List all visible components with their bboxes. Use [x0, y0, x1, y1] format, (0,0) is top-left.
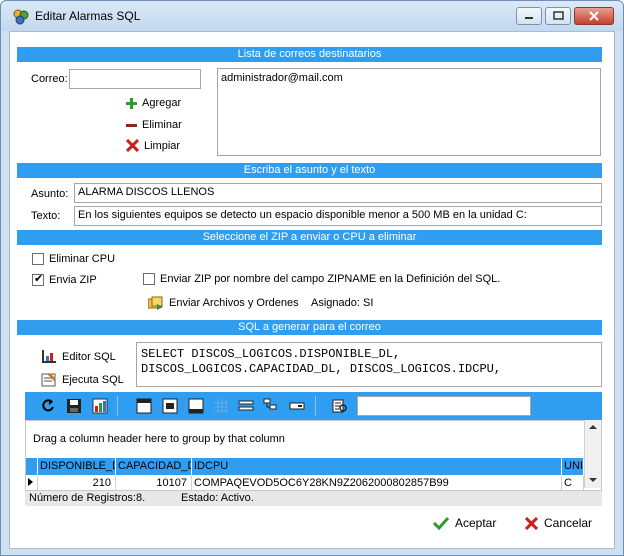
email-list-item[interactable]: administrador@mail.com [221, 72, 597, 84]
add-email-label: Agregar [142, 97, 182, 109]
plus-icon [126, 97, 137, 109]
layout-icon[interactable] [262, 397, 280, 415]
eliminar-cpu-label: Eliminar CPU [49, 253, 116, 265]
row-pointer-icon [26, 476, 38, 490]
grid-vertical-scrollbar[interactable] [584, 420, 601, 488]
section-zip-header: Seleccione el ZIP a enviar o CPU a elimi… [17, 230, 602, 245]
dialog-window: Editar Alarmas SQL Lista de correos dest… [0, 0, 624, 556]
eliminar-cpu-checkbox[interactable]: Eliminar CPU [32, 253, 115, 265]
column-header[interactable]: CAPACIDAD_D [116, 458, 192, 475]
scroll-down-icon[interactable] [585, 473, 601, 487]
zip-by-name-checkbox[interactable]: Enviar ZIP por nombre del campo ZIPNAME … [143, 273, 500, 285]
asunto-label: Asunto: [31, 188, 69, 200]
maximize-button[interactable] [545, 7, 571, 25]
group-by-hint: Drag a column header here to group by th… [33, 433, 285, 445]
check-icon [433, 516, 449, 530]
save-icon[interactable] [65, 397, 83, 415]
remove-email-label: Eliminar [142, 119, 182, 131]
sql-editor-button[interactable]: Editor SQL [41, 349, 116, 364]
app-icon [13, 9, 29, 25]
grid-header: DISPONIBLE_D CAPACIDAD_D IDCPU UNI [26, 458, 584, 475]
section-sql-header: SQL a generar para el correo [17, 320, 602, 335]
minus-icon [126, 123, 137, 127]
accept-button[interactable]: Aceptar [433, 516, 496, 530]
window-title: Editar Alarmas SQL [35, 9, 141, 23]
minimize-button[interactable] [516, 7, 542, 25]
close-icon [589, 11, 599, 21]
asunto-input[interactable]: ALARMA DISCOS LLENOS [74, 183, 602, 203]
correo-input[interactable] [69, 69, 201, 89]
column-header[interactable]: UNI [562, 458, 584, 475]
zip-by-name-box[interactable] [143, 273, 155, 285]
grid-cell[interactable]: COMPAQEVOD5OC6Y28KN9Z2062000802857B99 [192, 476, 562, 490]
grid-state: Estado: Activo. [181, 492, 254, 504]
correo-label: Correo: [31, 73, 68, 85]
grid-toolbar [25, 392, 602, 420]
record-count: Número de Registros:8. [29, 492, 146, 504]
grid-search-input[interactable] [357, 396, 531, 416]
envia-zip-checkbox[interactable]: Envia ZIP [32, 272, 97, 286]
assigned-status: Asignado: SI [311, 297, 374, 309]
grid-cell[interactable]: C [562, 476, 584, 490]
toolbar-separator [117, 396, 118, 416]
execute-sql-label: Ejecuta SQL [62, 373, 124, 386]
layout-icon[interactable] [212, 397, 230, 415]
execute-sql-button[interactable]: Ejecuta SQL [41, 372, 124, 387]
accept-label: Aceptar [455, 516, 497, 530]
chart-icon[interactable] [91, 397, 109, 415]
maximize-icon [553, 11, 564, 20]
row-indicator-header [26, 458, 38, 475]
clear-emails-button[interactable]: Limpiar [126, 139, 180, 152]
close-button[interactable] [574, 7, 614, 25]
layout-icon[interactable] [135, 397, 153, 415]
column-header[interactable]: DISPONIBLE_D [38, 458, 116, 475]
layout-icon[interactable] [161, 397, 179, 415]
add-email-button[interactable]: Agregar [126, 97, 181, 109]
grid-cell[interactable]: 10107 [116, 476, 192, 490]
table-row[interactable]: 210 10107 COMPAQEVOD5OC6Y28KN9Z206200080… [26, 476, 584, 490]
email-list[interactable]: administrador@mail.com [217, 68, 601, 156]
files-icon [148, 296, 163, 310]
clear-emails-label: Limpiar [144, 139, 181, 152]
layout-icon[interactable] [187, 397, 205, 415]
title-bar: Editar Alarmas SQL [1, 1, 623, 31]
grid-status-bar: Número de Registros:8. Estado: Activo. [25, 490, 602, 506]
results-grid: Drag a column header here to group by th… [25, 420, 602, 493]
envia-zip-box[interactable] [32, 272, 44, 286]
column-header[interactable]: IDCPU [192, 458, 562, 475]
layout-icon[interactable] [288, 397, 306, 415]
section-subject-header: Escriba el asunto y el texto [17, 163, 602, 178]
sql-text-area[interactable]: SELECT DISCOS_LOGICOS.DISPONIBLE_DL, DIS… [136, 342, 602, 387]
zip-by-name-label: Enviar ZIP por nombre del campo ZIPNAME … [160, 273, 501, 285]
layout-icon[interactable] [237, 397, 255, 415]
scroll-up-icon[interactable] [585, 420, 601, 434]
minimize-icon [525, 17, 533, 19]
cross-icon [525, 516, 538, 530]
sql-editor-icon [42, 350, 56, 363]
toolbar-separator [315, 396, 316, 416]
cancel-button[interactable]: Cancelar [525, 516, 592, 530]
search-icon[interactable] [331, 397, 349, 415]
send-files-label: Enviar Archivos y Ordenes [169, 297, 299, 309]
cancel-label: Cancelar [544, 516, 593, 530]
texto-input[interactable]: En los siguientes equipos se detecto un … [74, 206, 602, 226]
envia-zip-label: Envia ZIP [49, 274, 97, 286]
eliminar-cpu-box[interactable] [32, 253, 44, 265]
remove-email-button[interactable]: Eliminar [126, 119, 182, 131]
sql-run-icon [41, 373, 56, 387]
x-icon [126, 139, 139, 152]
section-emails-header: Lista de correos destinatarios [17, 47, 602, 62]
texto-label: Texto: [31, 210, 61, 222]
send-files-button[interactable]: Enviar Archivos y Ordenes [148, 296, 299, 310]
sql-editor-label: Editor SQL [62, 350, 116, 363]
grid-cell[interactable]: 210 [38, 476, 116, 490]
refresh-icon[interactable] [39, 397, 57, 415]
